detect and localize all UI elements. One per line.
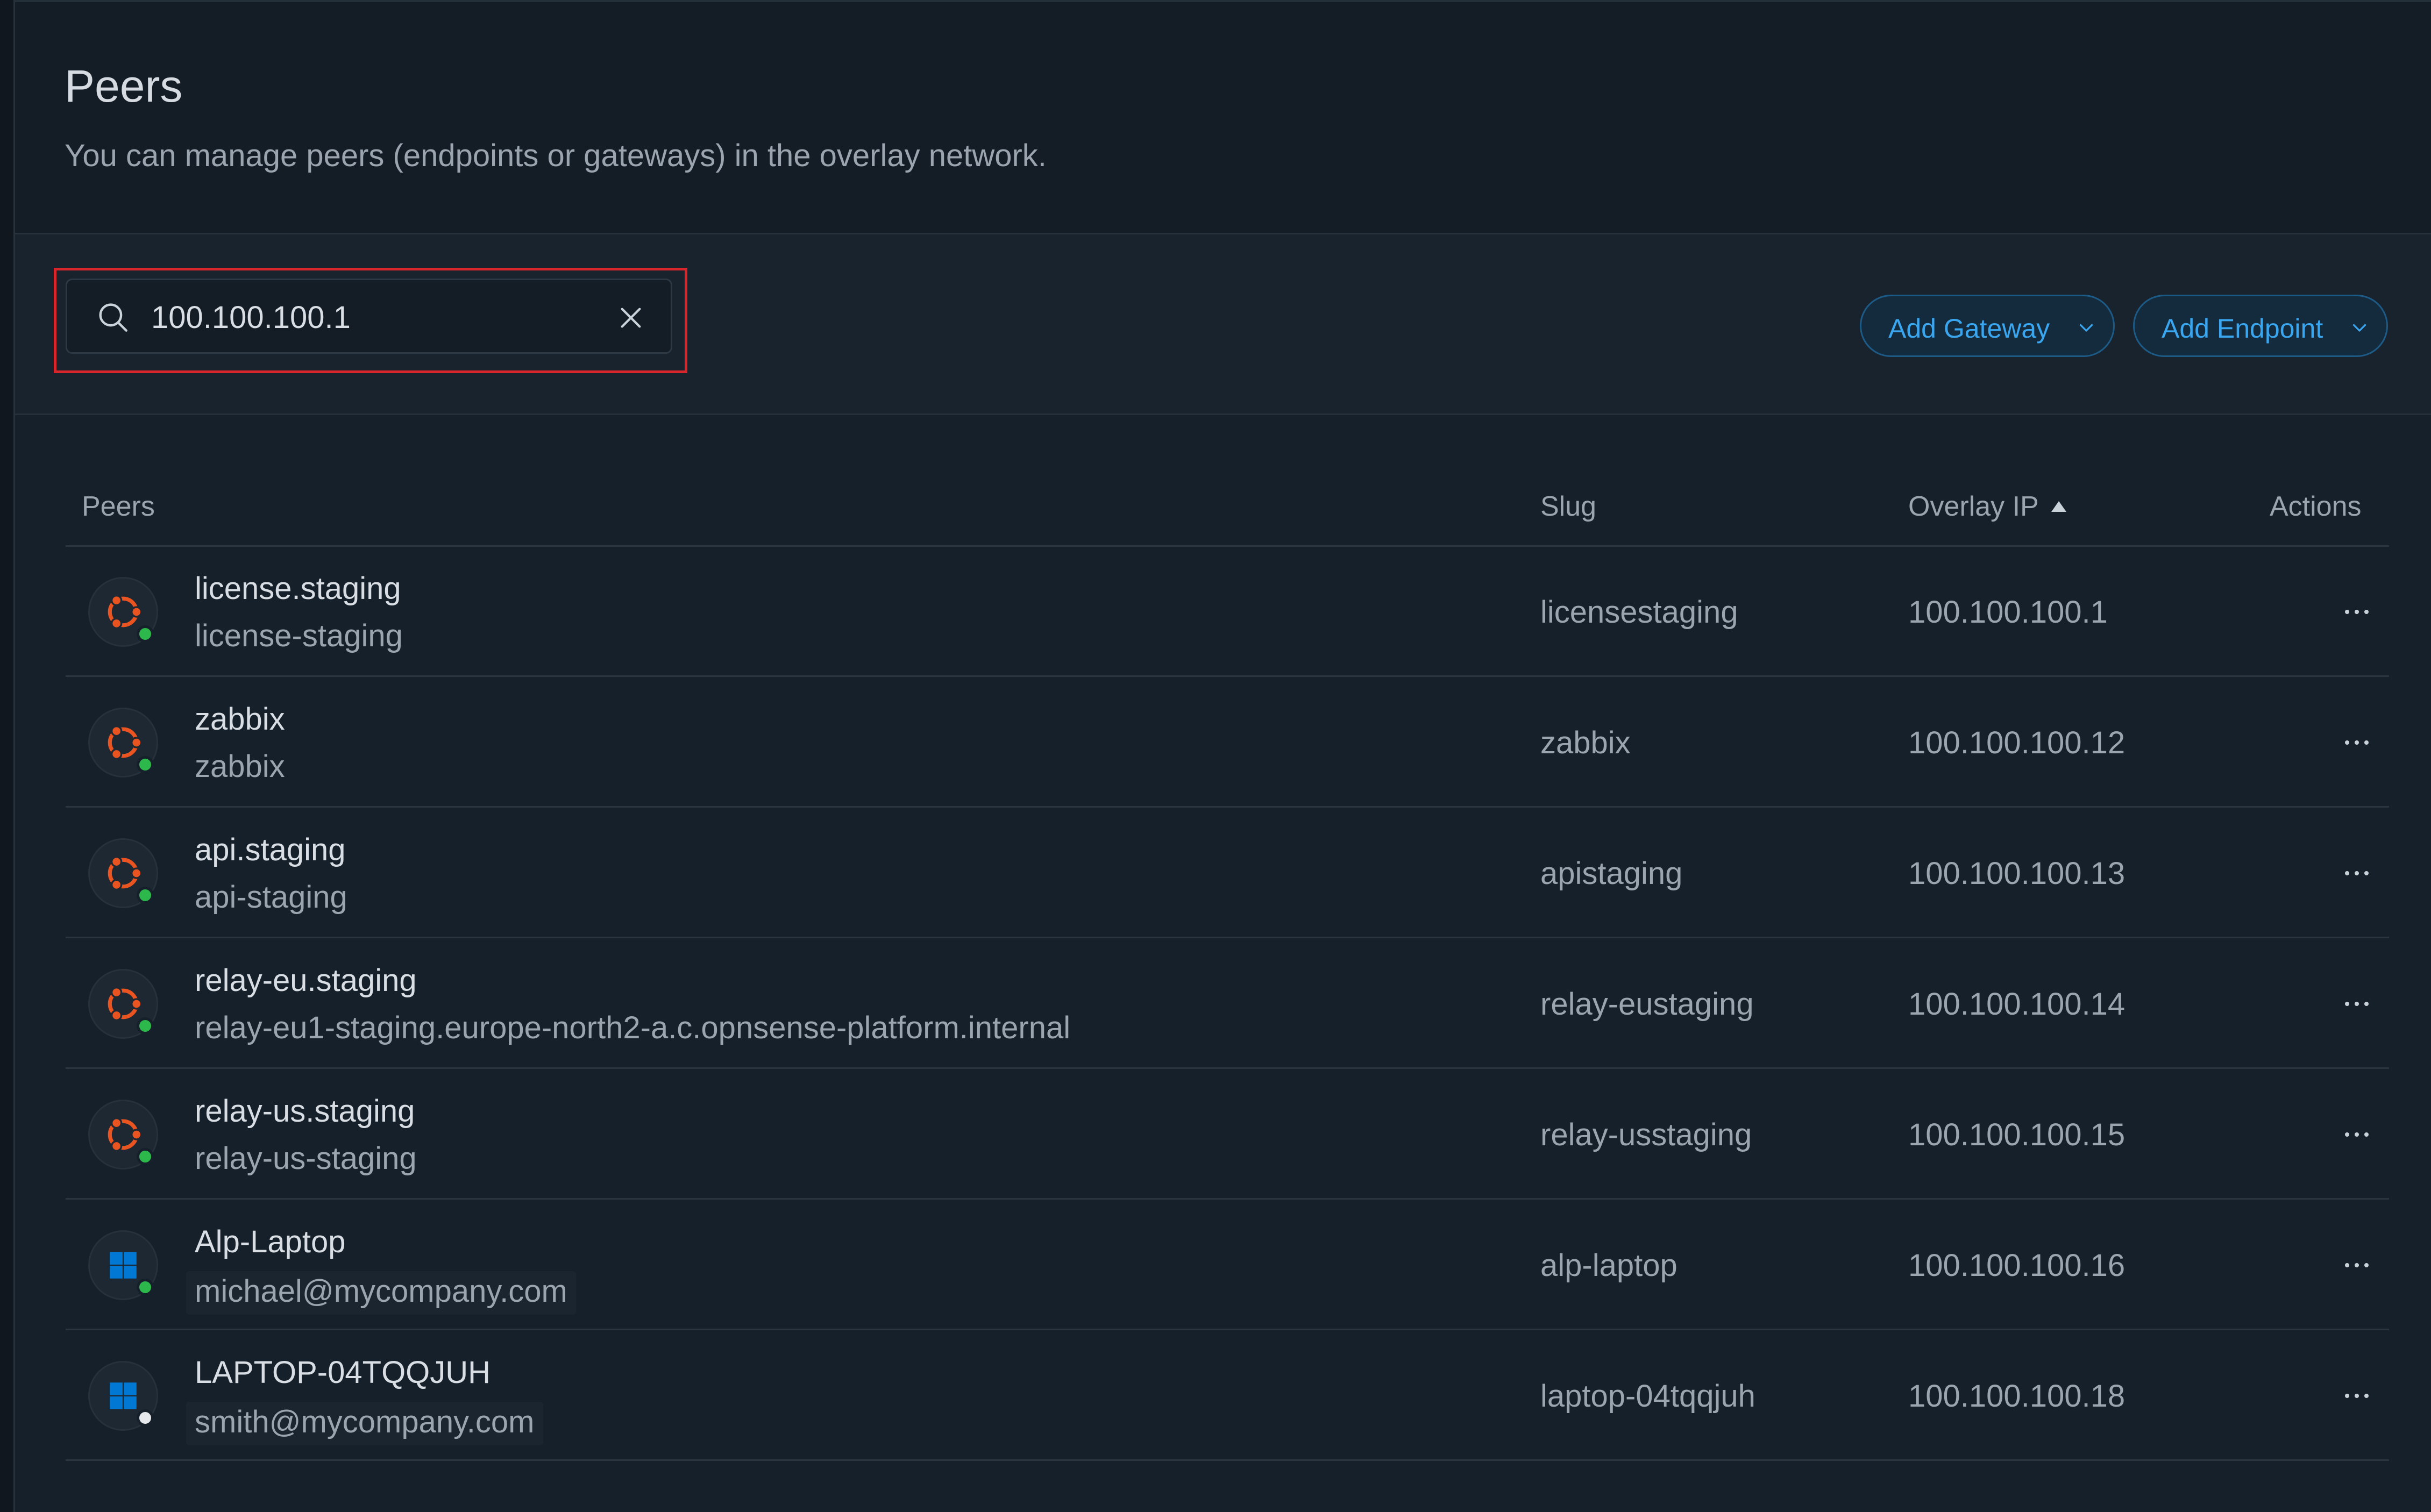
peer-slug: relay-eustaging bbox=[1540, 987, 1754, 1022]
table-row[interactable]: relay-us.staging relay-us-staging relay-… bbox=[66, 1069, 2389, 1200]
status-indicator bbox=[137, 756, 154, 773]
peer-slug: laptop-04tqqjuh bbox=[1540, 1379, 1755, 1414]
more-icon bbox=[2345, 871, 2369, 875]
search-input[interactable] bbox=[151, 293, 592, 341]
peer-slug: apistaging bbox=[1540, 856, 1683, 891]
add-gateway-button[interactable]: Add Gateway bbox=[1860, 295, 2115, 357]
table-row[interactable]: LAPTOP-04TQQJUH smith@mycompany.com lapt… bbox=[66, 1331, 2389, 1461]
peer-name[interactable]: Alp-Laptop bbox=[195, 1224, 346, 1260]
peer-name[interactable]: LAPTOP-04TQQJUH bbox=[195, 1354, 491, 1390]
peer-name[interactable]: api.staging bbox=[195, 832, 346, 868]
peer-name[interactable]: zabbix bbox=[195, 701, 285, 737]
peer-subtitle: michael@mycompany.com bbox=[186, 1271, 576, 1315]
status-indicator bbox=[137, 1017, 154, 1035]
table-row[interactable]: Alp-Laptop michael@mycompany.com alp-lap… bbox=[66, 1200, 2389, 1330]
peer-subtitle: zabbix bbox=[195, 749, 285, 784]
more-icon bbox=[2345, 1263, 2369, 1267]
chevron-down-icon bbox=[2352, 324, 2366, 332]
page-subtitle: You can manage peers (endpoints or gatew… bbox=[65, 138, 1047, 173]
more-icon bbox=[2345, 1002, 2369, 1006]
column-header-actions: Actions bbox=[2270, 491, 2362, 522]
sort-ascending-icon[interactable] bbox=[2050, 500, 2067, 513]
column-header-peers[interactable]: Peers bbox=[82, 490, 155, 523]
peer-subtitle: relay-us-staging bbox=[195, 1141, 417, 1176]
peer-overlay-ip: 100.100.100.13 bbox=[1908, 856, 2126, 891]
peer-slug: licensestaging bbox=[1540, 595, 1738, 630]
peer-subtitle: smith@mycompany.com bbox=[186, 1402, 543, 1445]
peer-name[interactable]: relay-eu.staging bbox=[195, 962, 417, 999]
column-header-slug[interactable]: Slug bbox=[1540, 490, 1596, 523]
peer-slug: zabbix bbox=[1540, 725, 1631, 760]
more-icon bbox=[2345, 1394, 2369, 1398]
search-box[interactable] bbox=[66, 279, 672, 354]
table-row[interactable]: license.staging license-staging licenses… bbox=[66, 547, 2389, 677]
column-header-overlay-ip[interactable]: Overlay IP bbox=[1908, 490, 2039, 523]
peer-overlay-ip: 100.100.100.14 bbox=[1908, 987, 2126, 1022]
close-icon[interactable] bbox=[616, 303, 646, 333]
peer-name[interactable]: license.staging bbox=[195, 570, 401, 607]
app-root: Peers You can manage peers (endpoints or… bbox=[0, 0, 2431, 1512]
peer-slug: alp-laptop bbox=[1540, 1248, 1677, 1283]
peer-overlay-ip: 100.100.100.18 bbox=[1908, 1379, 2126, 1414]
left-sidebar-edge bbox=[0, 0, 15, 1512]
toolbar: Add Gateway Add Endpoint bbox=[15, 234, 2431, 415]
row-actions-button[interactable] bbox=[2325, 990, 2389, 1017]
peer-overlay-ip: 100.100.100.12 bbox=[1908, 725, 2126, 760]
table-row[interactable]: zabbix zabbix zabbix 100.100.100.12 bbox=[66, 677, 2389, 808]
peer-name[interactable]: relay-us.staging bbox=[195, 1093, 415, 1129]
row-actions-button[interactable] bbox=[2325, 1382, 2389, 1409]
peer-overlay-ip: 100.100.100.15 bbox=[1908, 1117, 2126, 1152]
more-icon bbox=[2345, 610, 2369, 614]
peer-subtitle: license-staging bbox=[195, 618, 403, 653]
chevron-down-icon bbox=[2079, 324, 2093, 332]
add-endpoint-label: Add Endpoint bbox=[2162, 313, 2323, 344]
status-indicator bbox=[137, 1148, 154, 1165]
status-indicator bbox=[137, 1409, 154, 1427]
status-indicator bbox=[137, 1279, 154, 1296]
row-actions-button[interactable] bbox=[2325, 598, 2389, 625]
search-icon bbox=[99, 303, 127, 332]
row-actions-button[interactable] bbox=[2325, 729, 2389, 756]
add-endpoint-button[interactable]: Add Endpoint bbox=[2133, 295, 2388, 357]
table-row[interactable]: relay-eu.staging relay-eu1-staging.europ… bbox=[66, 939, 2389, 1069]
peer-slug: relay-usstaging bbox=[1540, 1117, 1752, 1152]
status-indicator bbox=[137, 625, 154, 643]
peer-subtitle: relay-eu1-staging.europe-north2-a.c.opns… bbox=[195, 1010, 1071, 1045]
peer-subtitle: api-staging bbox=[195, 880, 347, 915]
status-indicator bbox=[137, 887, 154, 904]
peer-overlay-ip: 100.100.100.1 bbox=[1908, 595, 2108, 630]
table-row[interactable]: api.staging api-staging apistaging 100.1… bbox=[66, 808, 2389, 938]
add-gateway-label: Add Gateway bbox=[1888, 313, 2050, 344]
more-icon bbox=[2345, 740, 2369, 745]
row-actions-button[interactable] bbox=[2325, 1252, 2389, 1279]
row-actions-button[interactable] bbox=[2325, 1121, 2389, 1148]
peer-overlay-ip: 100.100.100.16 bbox=[1908, 1248, 2126, 1283]
row-actions-button[interactable] bbox=[2325, 860, 2389, 887]
page-header: Peers You can manage peers (endpoints or… bbox=[15, 2, 2431, 234]
peers-table: Peers Slug Overlay IP Actions license.st… bbox=[15, 415, 2431, 1512]
page-title: Peers bbox=[65, 61, 183, 111]
more-icon bbox=[2345, 1132, 2369, 1137]
